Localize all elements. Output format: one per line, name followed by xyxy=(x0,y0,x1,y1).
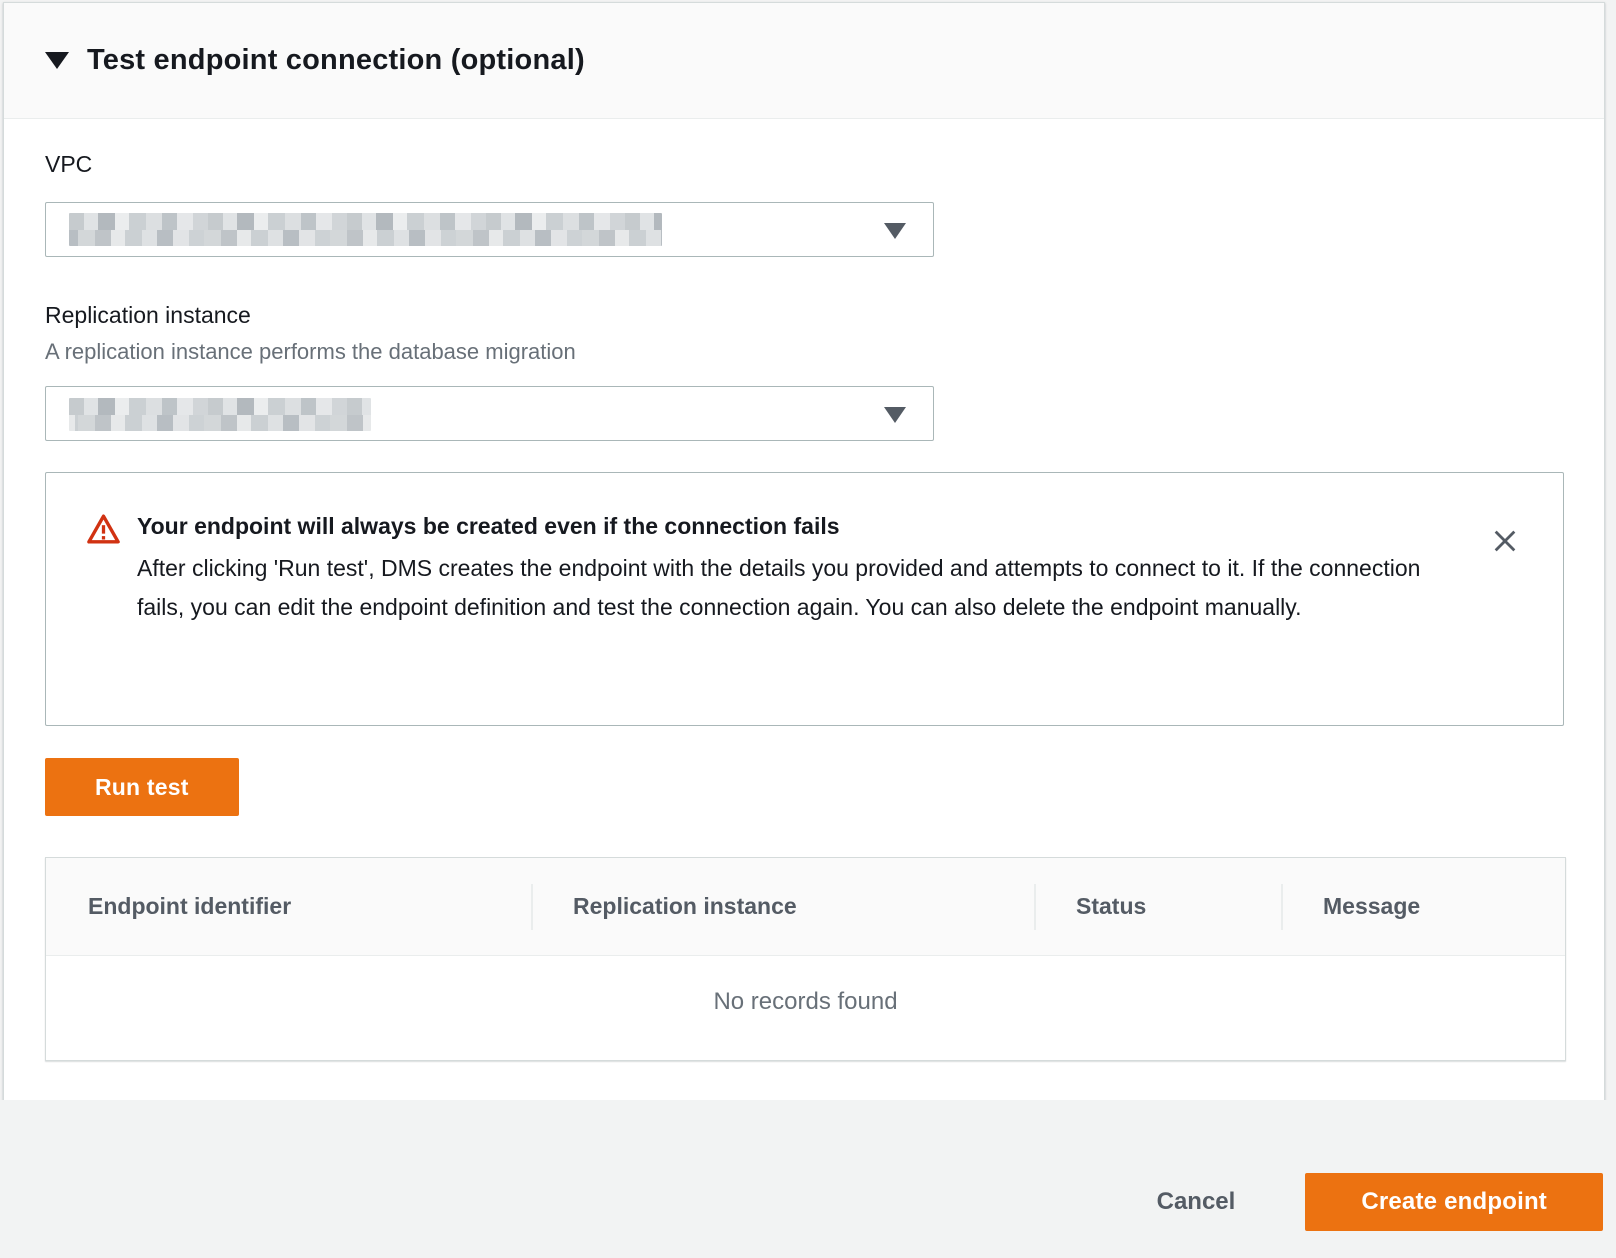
table-empty-state: No records found xyxy=(46,956,1565,1060)
replication-instance-select[interactable] xyxy=(45,386,934,441)
warning-text: Your endpoint will always be created eve… xyxy=(137,513,1432,627)
test-endpoint-panel: Test endpoint connection (optional) VPC … xyxy=(3,2,1605,1109)
test-results-table: Endpoint identifier Replication instance… xyxy=(45,857,1566,1061)
caret-down-icon xyxy=(884,407,906,423)
run-test-button[interactable]: Run test xyxy=(45,758,239,816)
form-actions-footer: Cancel Create endpoint xyxy=(0,1100,1616,1258)
replication-instance-description: A replication instance performs the data… xyxy=(45,339,1563,365)
page: Test endpoint connection (optional) VPC … xyxy=(0,0,1616,1258)
section-body: VPC Replication instance A replication i… xyxy=(4,119,1604,1108)
column-header-status: Status xyxy=(1034,858,1281,955)
vpc-redacted-value xyxy=(69,213,662,246)
warning-body: After clicking 'Run test', DMS creates t… xyxy=(137,549,1432,627)
table-header-row: Endpoint identifier Replication instance… xyxy=(46,858,1565,956)
vpc-select[interactable] xyxy=(45,202,934,257)
replication-instance-redacted-value xyxy=(69,398,371,431)
warning-icon xyxy=(87,514,120,549)
replication-instance-label: Replication instance xyxy=(45,302,1563,329)
column-header-endpoint-identifier: Endpoint identifier xyxy=(46,858,531,955)
cancel-button[interactable]: Cancel xyxy=(1147,1188,1246,1216)
column-header-message: Message xyxy=(1281,858,1565,955)
column-header-replication-instance: Replication instance xyxy=(531,858,1034,955)
vpc-field: VPC xyxy=(45,151,1563,257)
replication-instance-field: Replication instance A replication insta… xyxy=(45,302,1563,441)
warning-banner: Your endpoint will always be created eve… xyxy=(45,472,1564,726)
create-endpoint-button[interactable]: Create endpoint xyxy=(1305,1173,1603,1231)
caret-down-icon xyxy=(884,223,906,239)
caret-down-icon xyxy=(45,52,69,69)
empty-state-message: No records found xyxy=(713,988,897,1016)
vpc-label: VPC xyxy=(45,151,1563,178)
close-icon[interactable] xyxy=(1489,525,1521,557)
warning-title: Your endpoint will always be created eve… xyxy=(137,513,1432,540)
section-title: Test endpoint connection (optional) xyxy=(87,44,585,77)
section-header-toggle[interactable]: Test endpoint connection (optional) xyxy=(4,3,1604,119)
